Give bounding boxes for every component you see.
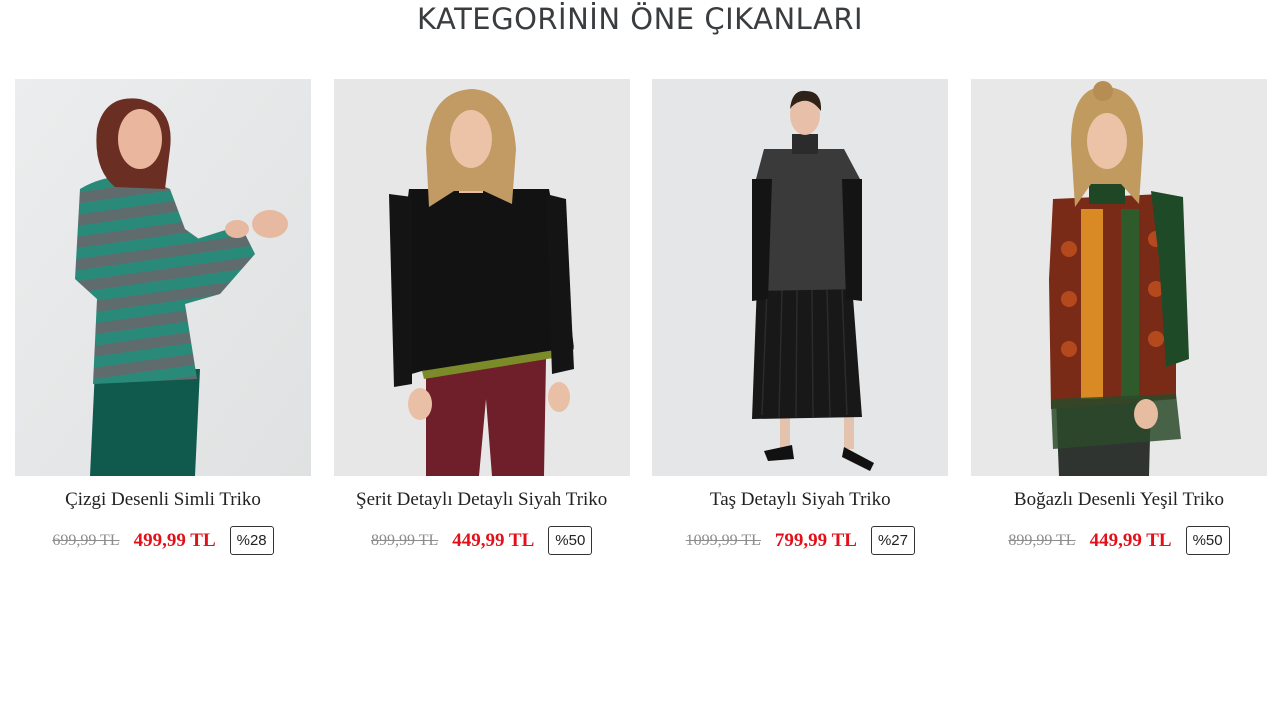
- product-card[interactable]: Şerit Detaylı Detaylı Siyah Triko 899,99…: [333, 79, 630, 555]
- product-image-green-striped-sweater[interactable]: [15, 79, 311, 476]
- product-image-black-sweater-skirt[interactable]: [652, 79, 949, 476]
- discount-badge: %50: [1185, 526, 1230, 555]
- old-price: 899,99 TL: [371, 531, 439, 549]
- section-title: KATEGORİNİN ÖNE ÇIKANLARI: [416, 2, 864, 36]
- discount-badge: %50: [548, 526, 593, 555]
- product-name[interactable]: Taş Detaylı Siyah Triko: [652, 488, 948, 512]
- product-grid: Çizgi Desenli Simli Triko 699,99 TL 499,…: [15, 79, 1267, 555]
- product-image-green-patterned-turtleneck[interactable]: [970, 79, 1267, 476]
- product-card[interactable]: Boğazlı Desenli Yeşil Triko 899,99 TL 44…: [970, 79, 1267, 555]
- price-row: 1099,99 TL 799,99 TL %27: [652, 526, 948, 555]
- sale-price: 449,99 TL: [1089, 529, 1172, 551]
- price-row: 899,99 TL 449,99 TL %50: [334, 526, 630, 555]
- sale-price: 449,99 TL: [452, 529, 535, 551]
- old-price: 699,99 TL: [52, 531, 120, 549]
- product-card[interactable]: Taş Detaylı Siyah Triko 1099,99 TL 799,9…: [652, 79, 949, 555]
- product-name[interactable]: Şerit Detaylı Detaylı Siyah Triko: [334, 488, 630, 512]
- discount-badge: %27: [870, 526, 915, 555]
- product-image-black-sweater-green-hem[interactable]: [333, 79, 630, 476]
- price-row: 899,99 TL 449,99 TL %50: [971, 526, 1267, 555]
- sale-price: 499,99 TL: [133, 529, 216, 551]
- product-name[interactable]: Boğazlı Desenli Yeşil Triko: [971, 488, 1267, 512]
- price-row: 699,99 TL 499,99 TL %28: [15, 526, 311, 555]
- old-price: 1099,99 TL: [685, 531, 761, 549]
- old-price: 899,99 TL: [1008, 531, 1076, 549]
- sale-price: 799,99 TL: [774, 529, 857, 551]
- product-card[interactable]: Çizgi Desenli Simli Triko 699,99 TL 499,…: [15, 79, 311, 555]
- product-name[interactable]: Çizgi Desenli Simli Triko: [15, 488, 311, 512]
- discount-badge: %28: [229, 526, 274, 555]
